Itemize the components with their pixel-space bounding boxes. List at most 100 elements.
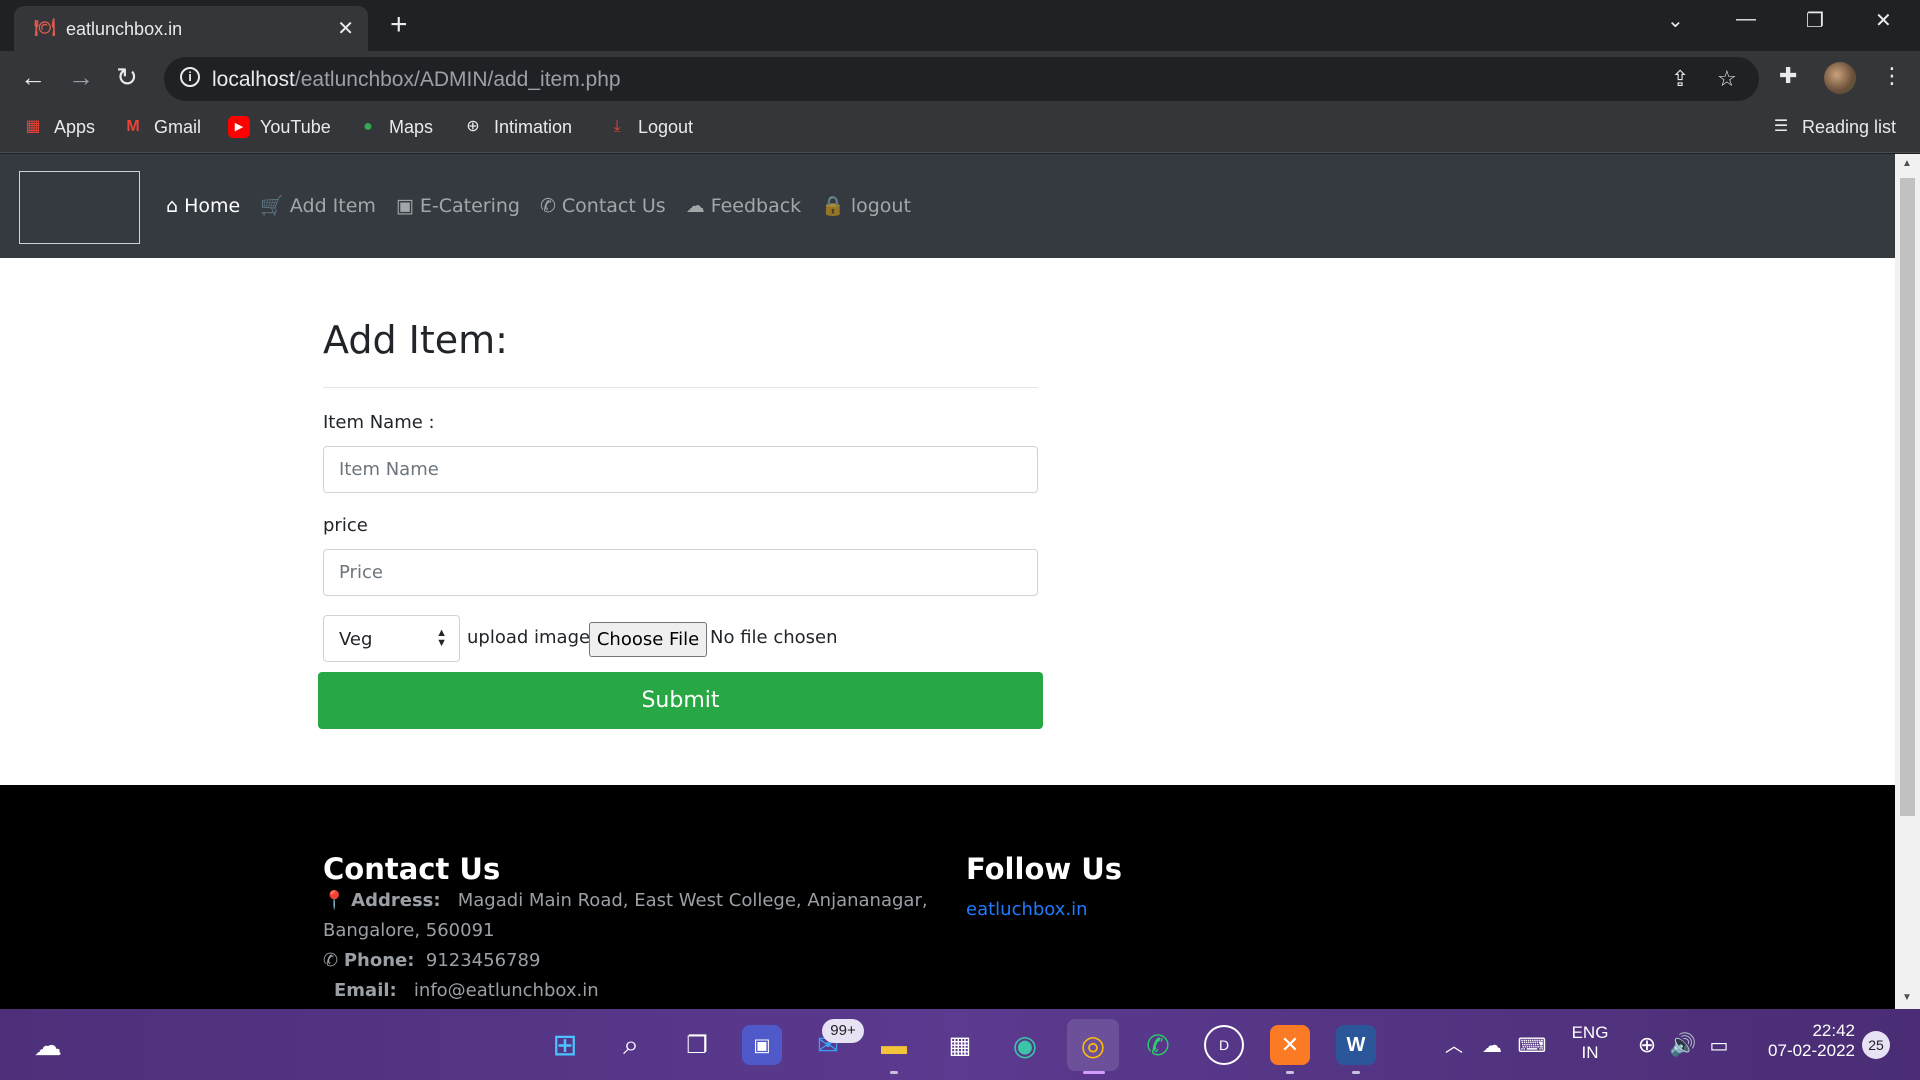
search-icon[interactable]: ⌕ (611, 1025, 651, 1065)
page-title: Add Item: (323, 318, 508, 362)
share-icon[interactable]: ⇪ (1671, 66, 1689, 92)
submit-button[interactable]: Submit (318, 672, 1043, 729)
nav-contact-us-label: Contact Us (561, 194, 666, 217)
microsoft-store-icon[interactable]: ▦ (940, 1025, 980, 1065)
page-scrollbar[interactable]: ▲ ▼ (1895, 154, 1920, 1009)
word-icon[interactable]: W (1336, 1025, 1376, 1065)
bookmark-maps[interactable]: ● Maps (357, 116, 433, 138)
nav-e-catering[interactable]: ▣ E-Catering (396, 194, 520, 217)
cloud-icon: ☁ (685, 194, 705, 217)
address-line: 📍 Address: Magadi Main Road, East West C… (323, 890, 928, 911)
language-indicator[interactable]: ENG IN (1560, 1023, 1620, 1063)
nav-feedback[interactable]: ☁ Feedback (686, 194, 801, 217)
nav-home[interactable]: ⌂ Home (166, 194, 240, 217)
bookmark-intimation[interactable]: ⊕ Intimation (462, 116, 572, 138)
phone-line: ✆ Phone: 9123456789 (323, 950, 540, 971)
chrome-icon[interactable]: ◎ (1067, 1019, 1119, 1071)
nav-logout-label: logout (850, 194, 911, 217)
address-text: Magadi Main Road, East West College, Anj… (457, 890, 928, 911)
choose-file-button[interactable]: Choose File (589, 622, 707, 657)
site-nav-links: ⌂ Home 🛒 Add Item ▣ E-Catering ✆ Contact… (166, 194, 911, 218)
volume-icon[interactable]: 🔊 (1663, 1025, 1703, 1065)
running-indicator (890, 1071, 898, 1074)
bookmark-gmail[interactable]: M Gmail (122, 116, 201, 138)
bookmark-star-icon[interactable]: ☆ (1717, 66, 1737, 92)
cubes-icon: ▣ (395, 194, 414, 217)
task-view-icon[interactable]: ❐ (677, 1025, 717, 1065)
reading-list-button[interactable]: ☰ Reading list (1770, 116, 1896, 138)
gmail-icon: M (126, 118, 140, 135)
dell-icon[interactable]: D (1204, 1025, 1244, 1065)
profile-avatar[interactable] (1824, 62, 1856, 94)
nav-logout[interactable]: 🔒 logout (821, 194, 911, 218)
start-windows-icon[interactable]: ⊞ (545, 1025, 585, 1065)
close-tab-icon[interactable]: ✕ (337, 16, 354, 41)
address-line-2: Bangalore, 560091 (323, 920, 495, 941)
food-type-select[interactable]: Veg ▲ ▼ (323, 615, 460, 662)
browser-tab[interactable]: 🍽 eatlunchbox.in ✕ (14, 6, 368, 51)
battery-icon[interactable]: ▭ (1699, 1025, 1739, 1065)
upload-image-label: upload image (467, 627, 591, 648)
phone-icon: ✆ (323, 950, 339, 971)
teams-chat-icon[interactable]: ▣ (742, 1025, 782, 1065)
bookmark-label: Maps (389, 116, 434, 137)
scroll-up-icon[interactable]: ▲ (1902, 158, 1912, 169)
back-arrow-icon[interactable]: ← (20, 62, 46, 93)
reading-list-icon: ☰ (1773, 118, 1789, 135)
bookmark-apps[interactable]: ▦ Apps (22, 116, 95, 138)
scroll-down-icon[interactable]: ▼ (1902, 992, 1912, 1003)
favicon-icon: 🍽 (34, 18, 56, 37)
tab-search-chevron-icon[interactable]: ⌄ (1667, 8, 1684, 33)
reading-list-label: Reading list (1802, 116, 1897, 137)
bookmark-youtube[interactable]: ▶ YouTube (228, 116, 331, 138)
address-bar[interactable]: i localhost/eatlunchbox/ADMIN/add_item.p… (164, 57, 1759, 101)
site-navbar: ⌂ Home 🛒 Add Item ▣ E-Catering ✆ Contact… (0, 154, 1895, 258)
follow-link[interactable]: eatluchbox.in (966, 899, 1088, 920)
item-name-input[interactable] (323, 446, 1038, 493)
site-info-icon[interactable]: i (180, 67, 200, 87)
home-icon: ⌂ (166, 194, 179, 217)
phone-number: 9123456789 (425, 950, 541, 971)
price-input[interactable] (323, 549, 1038, 596)
brand-logo-image[interactable] (19, 171, 140, 244)
nav-feedback-label: Feedback (710, 194, 802, 217)
nav-add-item[interactable]: 🛒 Add Item (260, 194, 376, 218)
address-label: Address: (351, 890, 441, 911)
running-indicator (1286, 1071, 1294, 1074)
site-footer: Contact Us Follow Us 📍 Address: Magadi M… (0, 785, 1895, 1009)
maps-pin-icon: ● (363, 118, 373, 135)
youtube-icon: ▶ (228, 116, 250, 138)
globe-icon: ⊕ (466, 118, 480, 135)
forward-arrow-icon[interactable]: → (68, 62, 94, 93)
restore-icon[interactable]: ❐ (1806, 8, 1824, 33)
new-tab-icon[interactable]: + (390, 8, 408, 42)
xampp-icon[interactable]: ✕ (1270, 1025, 1310, 1065)
nav-contact-us[interactable]: ✆ Contact Us (540, 194, 666, 217)
lang-code: ENG (1571, 1023, 1609, 1042)
cart-icon: 🛒 (260, 195, 284, 217)
weather-icon[interactable]: ☁ (28, 1025, 68, 1065)
close-window-icon[interactable]: ✕ (1875, 8, 1892, 33)
minimize-icon[interactable]: — (1736, 8, 1756, 31)
network-globe-icon[interactable]: ⊕ (1627, 1025, 1667, 1065)
bookmark-label: Gmail (154, 116, 202, 137)
onedrive-icon[interactable]: ☁ (1472, 1025, 1512, 1065)
whatsapp-icon[interactable]: ✆ (1138, 1025, 1178, 1065)
os-taskbar: ☁ ⊞ ⌕ ❐ ▣ ✉ 99+ ▬ ▦ ◉ ◎ ✆ D ✕ W ︿ ☁ ⌨ EN… (0, 1009, 1920, 1080)
reload-icon[interactable]: ↻ (116, 62, 138, 93)
email-address: info@eatlunchbox.in (413, 980, 599, 1001)
file-explorer-icon[interactable]: ▬ (874, 1025, 914, 1065)
chevron-up-icon[interactable]: ︿ (1434, 1025, 1474, 1065)
notification-count[interactable]: 25 (1862, 1031, 1890, 1059)
clock[interactable]: 22:42 07-02-2022 (1745, 1021, 1855, 1061)
bookmark-logout[interactable]: ⤓ Logout (606, 116, 693, 138)
extensions-puzzle-icon[interactable]: ✚ (1779, 63, 1797, 89)
scroll-thumb[interactable] (1900, 178, 1915, 816)
kebab-menu-icon[interactable]: ⋮ (1881, 63, 1903, 89)
clock-time: 22:42 (1812, 1021, 1855, 1040)
title-divider (323, 387, 1038, 388)
keyboard-icon[interactable]: ⌨ (1512, 1025, 1552, 1065)
url-text[interactable]: localhost/eatlunchbox/ADMIN/add_item.php (212, 68, 621, 92)
edge-icon[interactable]: ◉ (1005, 1025, 1045, 1065)
tab-title: eatlunchbox.in (66, 19, 183, 39)
